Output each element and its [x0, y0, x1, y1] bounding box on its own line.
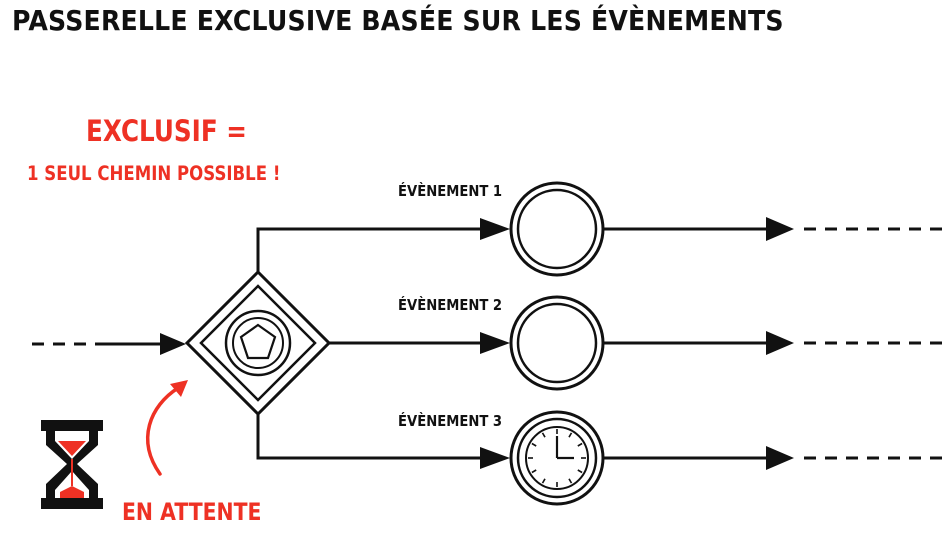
arrowhead-icon [480, 218, 510, 240]
timer-event [509, 410, 605, 506]
outgoing-flow-3 [603, 446, 945, 470]
arrowhead-icon [480, 447, 510, 469]
flow-branch-1 [256, 218, 510, 272]
incoming-arrowhead-icon [160, 333, 186, 355]
arrowhead-icon [766, 217, 794, 241]
bpmn-diagram [32, 181, 945, 509]
slide: PASSERELLE EXCLUSIVE BASÉE SUR LES ÉVÈNE… [0, 0, 951, 538]
arrowhead-icon [480, 332, 510, 354]
curved-arrow-icon [145, 380, 188, 476]
outgoing-flow-2 [603, 331, 945, 355]
outgoing-flow-1 [603, 217, 945, 241]
intermediate-event-1 [509, 181, 605, 277]
intermediate-event-2 [509, 295, 605, 391]
arrowhead-icon [766, 446, 794, 470]
incoming-flow [32, 333, 186, 355]
event-based-gateway [184, 269, 332, 417]
flow-branch-3 [256, 414, 510, 469]
hourglass-icon [41, 420, 103, 509]
arrowhead-icon [766, 331, 794, 355]
flow-branch-2 [329, 332, 510, 354]
